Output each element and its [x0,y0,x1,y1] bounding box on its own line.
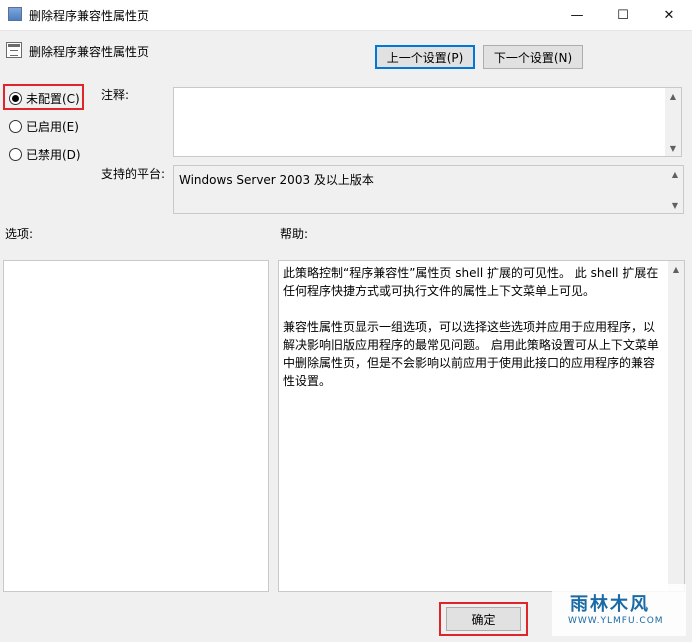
help-scrollbar[interactable]: ▲ [668,261,684,591]
watermark-sub: WWW.YLMFU.COM [568,616,664,626]
ok-button[interactable]: 确定 [446,607,521,631]
radio-label-disabled: 已禁用(D) [26,148,81,162]
radio-enabled[interactable]: 已启用(E) [9,118,79,135]
platform-value: Windows Server 2003 及以上版本 [179,173,374,187]
scroll-up-icon[interactable]: ▲ [665,88,681,104]
radio-not-configured[interactable]: 未配置(C) [9,90,80,107]
close-button[interactable]: ✕ [646,0,692,30]
help-paragraph: 兼容性属性页显示一组选项，可以选择这些选项并应用于应用程序，以解决影响旧版应用程… [283,320,659,388]
radio-disabled[interactable]: 已禁用(D) [9,146,81,163]
minimize-button[interactable]: — [554,0,600,30]
next-setting-button[interactable]: 下一个设置(N) [483,45,583,69]
policy-setting-icon [6,42,22,58]
comment-textarea[interactable]: ▲ ▼ [173,87,682,157]
scroll-up-icon[interactable]: ▲ [667,166,683,182]
policy-window-icon [8,7,22,21]
help-panel: 此策略控制“程序兼容性”属性页 shell 扩展的可见性。 此 shell 扩展… [278,260,685,592]
scroll-down-icon[interactable]: ▼ [667,197,683,213]
scroll-down-icon[interactable]: ▼ [665,140,681,156]
help-text: 此策略控制“程序兼容性”属性页 shell 扩展的可见性。 此 shell 扩展… [283,264,666,408]
comment-scrollbar[interactable]: ▲ ▼ [665,88,681,156]
options-panel [3,260,269,592]
platform-scrollbar[interactable]: ▲ ▼ [667,166,683,213]
window-title: 删除程序兼容性属性页 [29,9,150,23]
radio-indicator-disabled[interactable] [9,148,22,161]
maximize-button[interactable]: ☐ [600,0,646,30]
radio-indicator-not-configured[interactable] [9,92,22,105]
policy-name: 删除程序兼容性属性页 [29,45,150,59]
platform-label: 支持的平台: [101,167,166,181]
platform-field: Windows Server 2003 及以上版本 ▲ ▼ [173,165,684,214]
radio-indicator-enabled[interactable] [9,120,22,133]
help-paragraph: 此策略控制“程序兼容性”属性页 shell 扩展的可见性。 此 shell 扩展… [283,266,659,298]
radio-label-enabled: 已启用(E) [26,120,79,134]
help-label: 帮助: [280,227,309,241]
radio-label-not-configured: 未配置(C) [26,92,80,106]
scroll-up-icon[interactable]: ▲ [668,261,684,277]
watermark-main: 雨林木风 [570,594,650,615]
previous-setting-button[interactable]: 上一个设置(P) [375,45,475,69]
options-label: 选项: [5,227,34,241]
comment-label: 注释: [101,88,130,102]
watermark-logo: 雨林木风 WWW.YLMFU.COM [552,584,686,636]
